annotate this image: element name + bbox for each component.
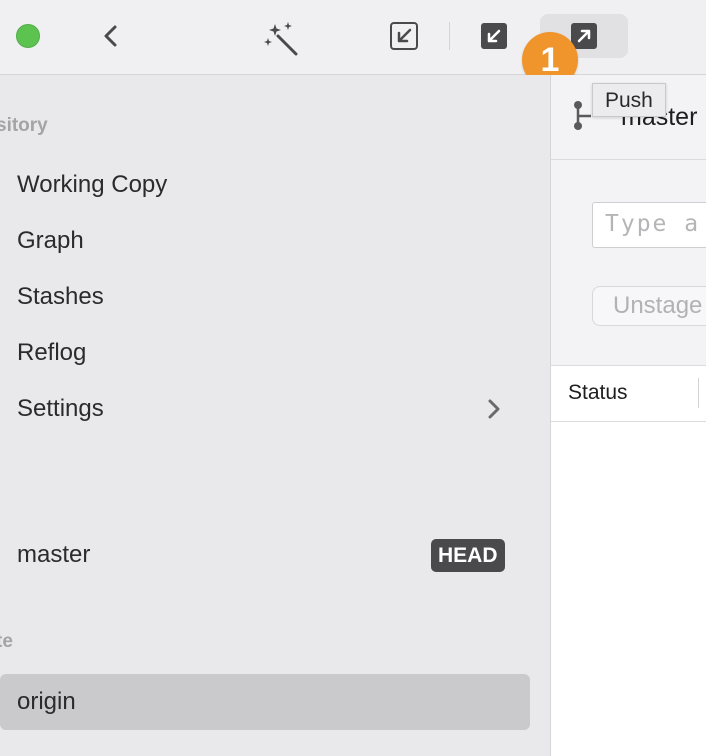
column-divider[interactable]	[698, 378, 699, 408]
fetch-icon[interactable]	[478, 20, 510, 52]
window-zoom-button[interactable]	[16, 24, 40, 48]
branch-item-master[interactable]: master HEAD	[0, 527, 530, 583]
chevron-right-icon	[484, 397, 504, 421]
main-panel: master Type a Unstage Status	[551, 75, 706, 756]
unstage-button[interactable]: Unstage	[592, 286, 706, 326]
back-chevron-icon[interactable]	[96, 20, 128, 52]
sidebar-item-working-copy[interactable]: Working Copy	[0, 157, 530, 213]
commit-message-input[interactable]: Type a	[592, 202, 706, 248]
toolbar: 1	[0, 0, 706, 88]
sidebar-item-label: Working Copy	[17, 171, 168, 198]
sidebar-item-stashes[interactable]: Stashes	[0, 269, 530, 325]
sidebar-item-label: Reflog	[17, 339, 87, 366]
push-tooltip: Push	[592, 83, 666, 117]
remote-name: origin	[17, 688, 76, 715]
sidebar-item-reflog[interactable]: Reflog	[0, 325, 530, 381]
branch-name: master	[17, 541, 91, 568]
section-header-remote: te	[0, 631, 13, 652]
commit-area: Type a Unstage	[551, 160, 706, 366]
remote-item-origin[interactable]: origin	[0, 674, 530, 730]
pull-icon[interactable]	[388, 20, 420, 52]
file-list-header: Status	[551, 366, 706, 422]
sidebar: sitory Working Copy Graph Stashes Reflog…	[0, 75, 551, 756]
column-header-status[interactable]: Status	[568, 381, 628, 405]
sidebar-item-graph[interactable]: Graph	[0, 213, 530, 269]
toolbar-separator	[449, 22, 450, 50]
magic-wand-icon[interactable]	[262, 20, 302, 56]
sidebar-item-label: Graph	[17, 227, 84, 254]
section-header-repository: sitory	[0, 115, 48, 136]
branch-icon	[571, 99, 593, 133]
head-badge: HEAD	[431, 539, 505, 572]
sidebar-item-label: Stashes	[17, 283, 104, 310]
sidebar-item-settings[interactable]: Settings	[0, 381, 530, 437]
sidebar-item-label: Settings	[17, 395, 104, 422]
